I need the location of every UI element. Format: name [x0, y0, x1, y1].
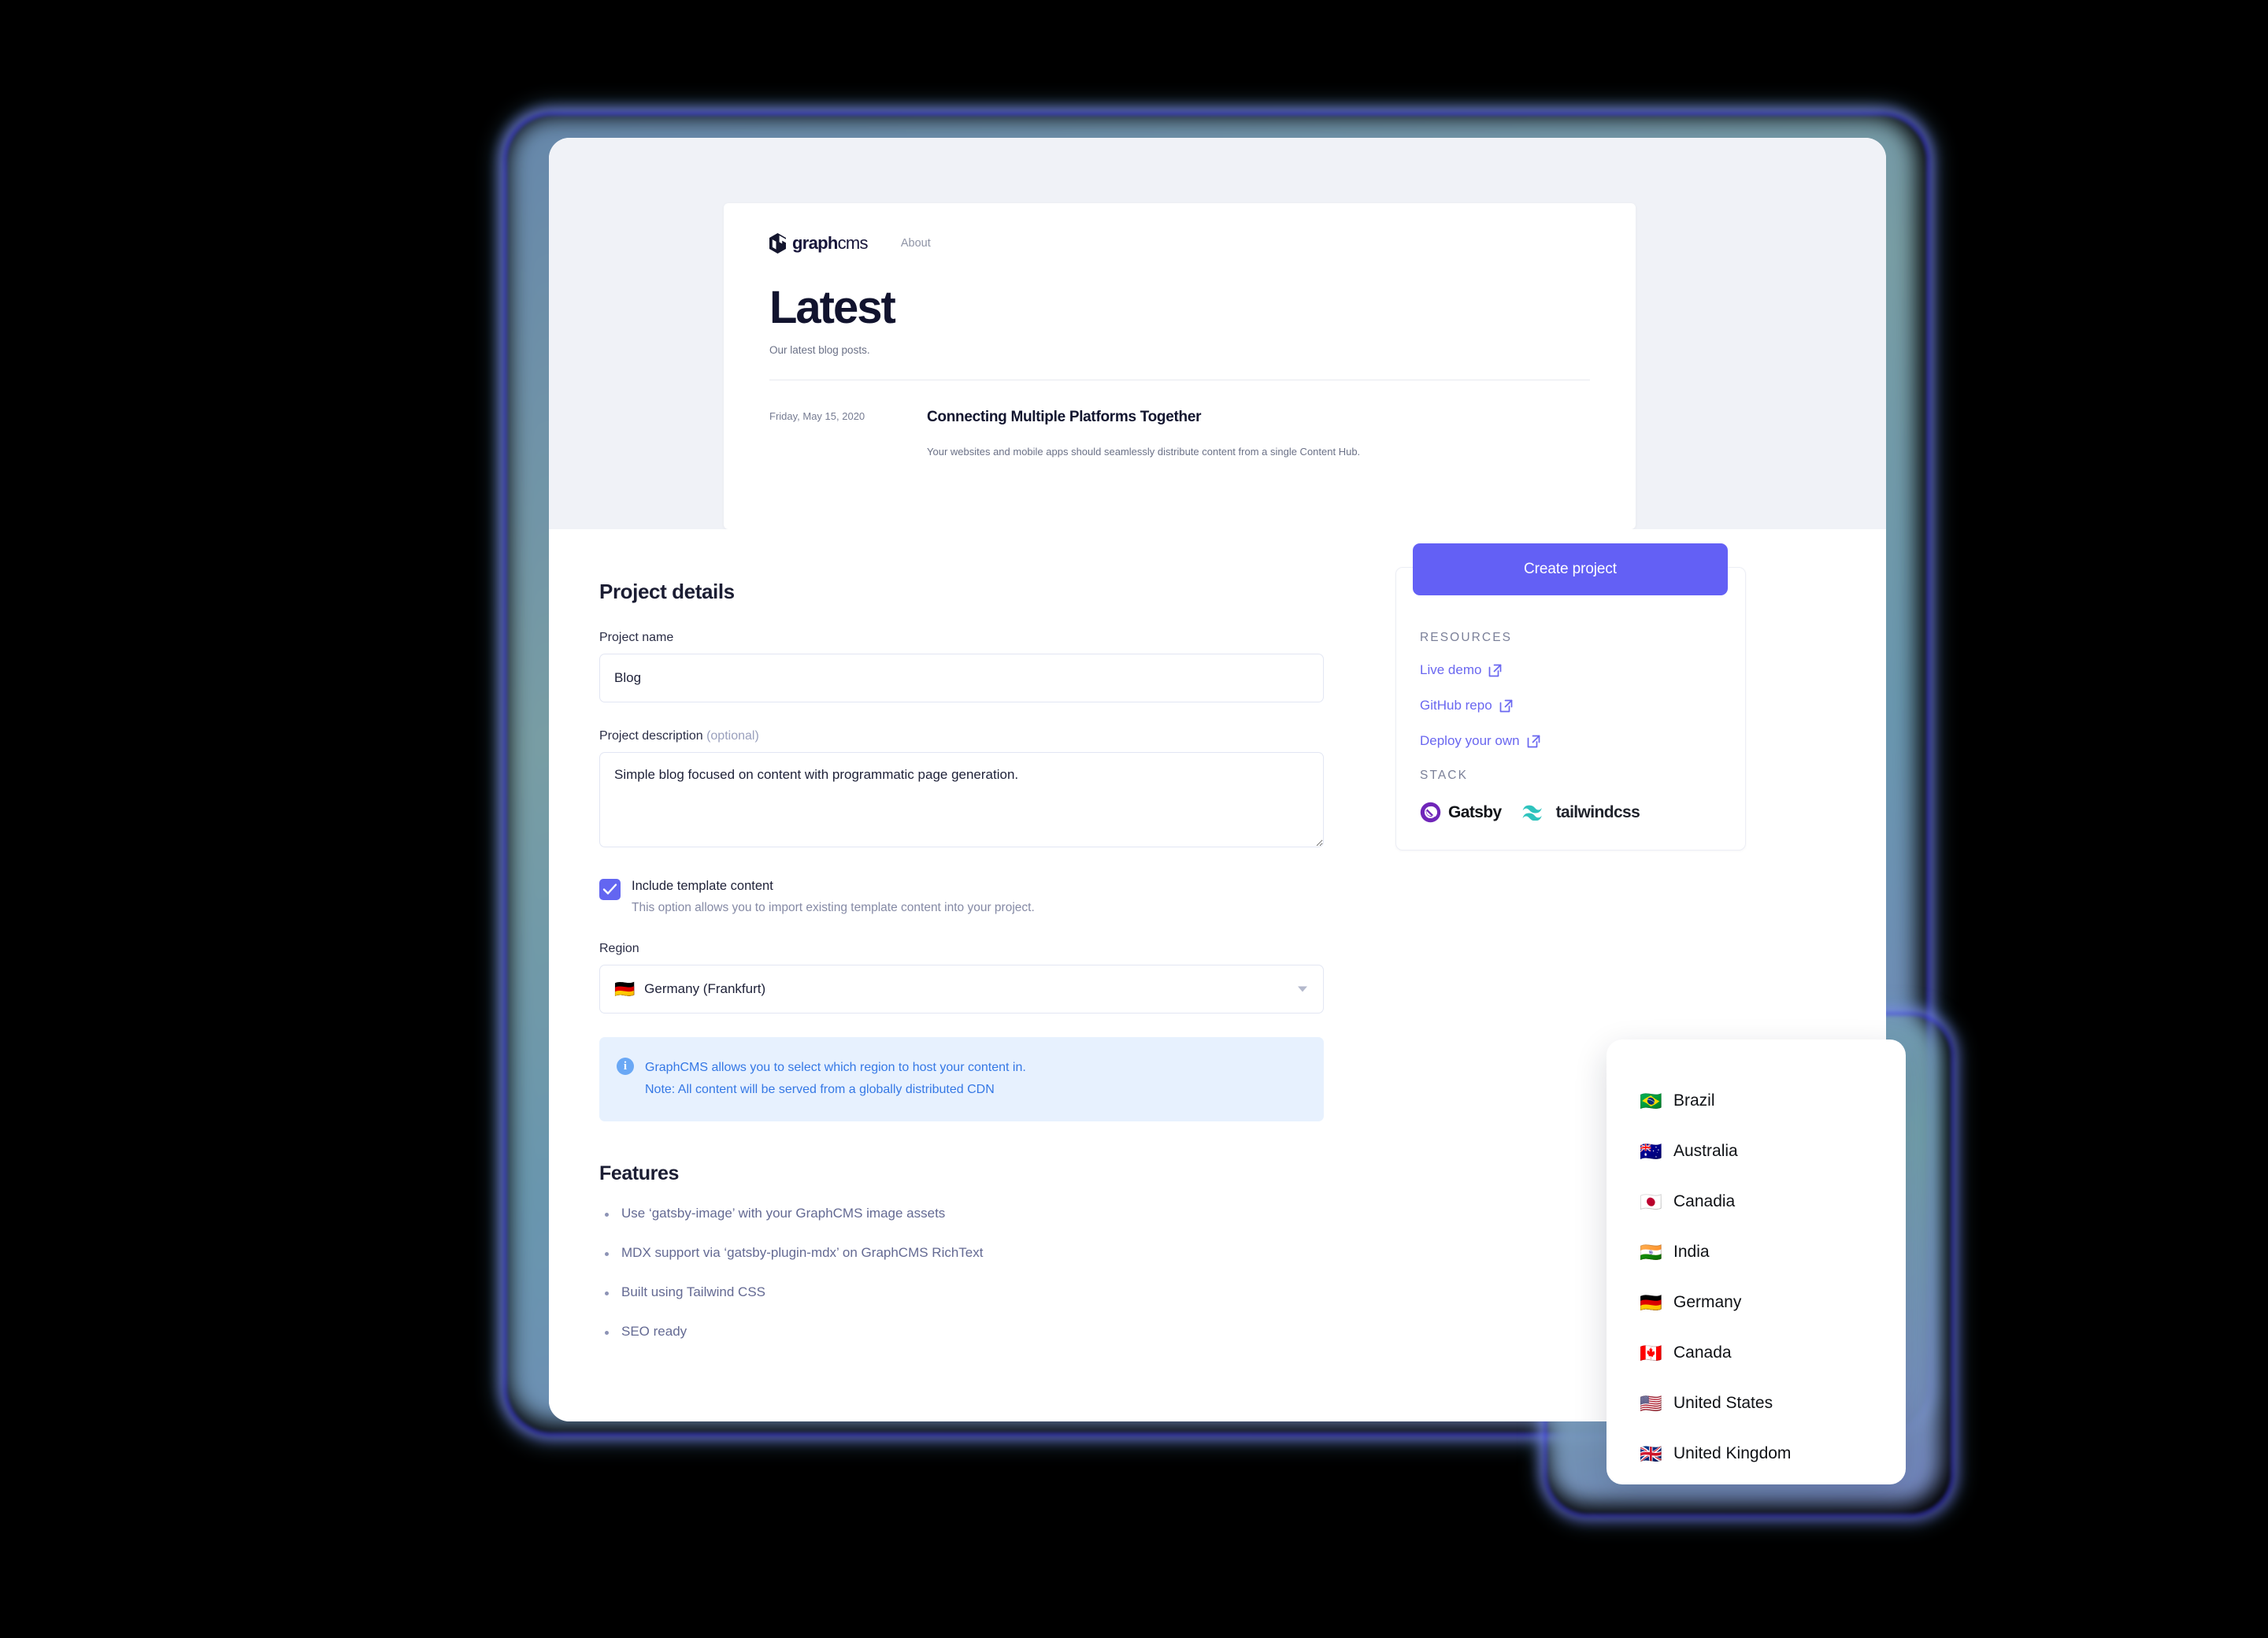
project-form-left-column: Project details Project name Project des…: [599, 580, 1324, 1363]
page-title: Project details: [599, 580, 735, 603]
gatsby-logo-icon: [1420, 802, 1441, 823]
preview-nav-about[interactable]: About: [901, 237, 931, 250]
info-icon: i: [617, 1058, 634, 1075]
dropdown-option-label: Brazil: [1673, 1091, 1715, 1110]
dropdown-option-label: United States: [1673, 1394, 1773, 1412]
dropdown-option-brazil[interactable]: 🇧🇷 Brazil: [1606, 1076, 1906, 1126]
dropdown-option-label: India: [1673, 1243, 1710, 1261]
stack-item-tailwindcss: tailwindcss: [1522, 803, 1640, 822]
include-template-label: Include template content: [632, 879, 773, 893]
project-description-label-text: Project description: [599, 729, 703, 743]
logo-bold: graph: [792, 233, 838, 253]
region-info-line-2: Note: All content will be served from a …: [645, 1083, 995, 1096]
screenshot-stage: graphcms About Latest Our latest blog po…: [0, 0, 2268, 1638]
graphcms-logo-text: graphcms: [792, 233, 869, 254]
resource-link-live-demo[interactable]: Live demo: [1420, 662, 1721, 678]
preview-post-date: Friday, May 15, 2020: [769, 410, 865, 422]
dropdown-option-label: Australia: [1673, 1142, 1738, 1160]
preview-post-item: Friday, May 15, 2020 Connecting Multiple…: [769, 409, 1590, 458]
project-name-label: Project name: [599, 631, 674, 644]
region-info-callout: i GraphCMS allows you to select which re…: [599, 1037, 1324, 1121]
flag-icon-united-kingdom: 🇬🇧: [1640, 1443, 1662, 1464]
resource-link-label: GitHub repo: [1420, 698, 1492, 713]
region-select[interactable]: 🇩🇪 Germany (Frankfurt): [599, 965, 1324, 1014]
dropdown-option-germany[interactable]: 🇩🇪 Germany: [1606, 1277, 1906, 1328]
preview-page-subtitle: Our latest blog posts.: [769, 344, 870, 356]
stack-label: Gatsby: [1448, 802, 1502, 821]
stack-heading: STACK: [1420, 769, 1469, 782]
preview-page-title: Latest: [769, 282, 896, 333]
dropdown-option-united-states[interactable]: 🇺🇸 United States: [1606, 1378, 1906, 1429]
list-item: Built using Tailwind CSS: [599, 1284, 1324, 1300]
chevron-down-icon[interactable]: [1298, 986, 1307, 992]
project-description-label: Project description (optional): [599, 729, 1324, 743]
flag-icon-brazil: 🇧🇷: [1640, 1090, 1662, 1111]
features-list: Use ‘gatsby-image’ with your GraphCMS im…: [599, 1206, 1324, 1340]
logo-thin: cms: [837, 233, 869, 253]
resources-links: Live demo GitHub repo Deploy your own: [1420, 662, 1721, 749]
resource-link-label: Live demo: [1420, 662, 1482, 677]
list-item: Use ‘gatsby-image’ with your GraphCMS im…: [599, 1206, 1324, 1221]
dropdown-option-united-kingdom[interactable]: 🇬🇧 United Kingdom: [1606, 1429, 1906, 1479]
preview-post-excerpt: Your websites and mobile apps should sea…: [927, 446, 1361, 458]
region-info-line-1: GraphCMS allows you to select which regi…: [645, 1061, 1026, 1074]
resource-link-label: Deploy your own: [1420, 733, 1520, 748]
external-link-icon: [1527, 735, 1540, 747]
flag-icon-united-states: 🇺🇸: [1640, 1392, 1662, 1414]
checkmark-icon: [602, 884, 617, 895]
include-template-content-row[interactable]: Include template content This option all…: [599, 878, 1324, 915]
flag-icon-japan: 🇯🇵: [1640, 1191, 1662, 1212]
flag-icon-australia: 🇦🇺: [1640, 1140, 1662, 1162]
stack-item-gatsby: Gatsby: [1420, 802, 1502, 823]
graphcms-mark-icon: [769, 233, 786, 254]
create-project-button[interactable]: Create project: [1413, 543, 1728, 595]
project-name-input[interactable]: [599, 654, 1324, 702]
flag-icon-india: 🇮🇳: [1640, 1241, 1662, 1262]
dropdown-option-india[interactable]: 🇮🇳 India: [1606, 1227, 1906, 1277]
include-template-checkbox[interactable]: [599, 879, 621, 900]
project-description-textarea[interactable]: [599, 752, 1324, 847]
template-preview-page: graphcms About Latest Our latest blog po…: [724, 203, 1636, 529]
region-selected-flag-icon: 🇩🇪: [614, 980, 636, 999]
region-field-group: Region 🇩🇪 Germany (Frankfurt): [599, 942, 1324, 1014]
project-description-optional-tag: (optional): [706, 729, 759, 743]
stack-logos: Gatsby tailwindcss: [1420, 802, 1721, 823]
list-item: MDX support via ‘gatsby-plugin-mdx’ on G…: [599, 1245, 1324, 1261]
region-dropdown-menu[interactable]: 🇧🇷 Brazil 🇦🇺 Australia 🇯🇵 Canadia 🇮🇳 Ind…: [1606, 1040, 1906, 1484]
dropdown-option-label: Canada: [1673, 1343, 1732, 1362]
external-link-icon: [1489, 664, 1502, 676]
graphcms-logo: graphcms: [769, 233, 869, 254]
external-link-icon: [1499, 699, 1513, 712]
resources-card: RESOURCES Live demo GitHub repo Deploy y…: [1395, 567, 1746, 850]
dropdown-option-label: Canadia: [1673, 1192, 1736, 1210]
include-template-help: This option allows you to import existin…: [632, 901, 1035, 914]
resource-link-github-repo[interactable]: GitHub repo: [1420, 698, 1721, 713]
preview-navbar: graphcms About: [769, 233, 1590, 254]
dropdown-option-canadia[interactable]: 🇯🇵 Canadia: [1606, 1177, 1906, 1227]
stack-label: tailwindcss: [1555, 802, 1640, 821]
dropdown-option-canada[interactable]: 🇨🇦 Canada: [1606, 1328, 1906, 1378]
project-description-field-group: Project description (optional): [599, 729, 1324, 851]
resources-heading: RESOURCES: [1420, 631, 1513, 644]
project-name-field-group: Project name: [599, 631, 1324, 702]
flag-icon-germany: 🇩🇪: [1640, 1292, 1662, 1313]
region-selected-value: Germany (Frankfurt): [644, 981, 766, 996]
dropdown-option-label: Germany: [1673, 1293, 1742, 1311]
region-label: Region: [599, 942, 639, 955]
preview-post-title[interactable]: Connecting Multiple Platforms Together: [927, 409, 1590, 426]
project-sidebar: Create project RESOURCES Live demo GitHu…: [1395, 543, 1746, 850]
features-heading: Features: [599, 1162, 680, 1184]
dropdown-option-label: United Kingdom: [1673, 1444, 1792, 1462]
flag-icon-canada: 🇨🇦: [1640, 1342, 1662, 1363]
resource-link-deploy-your-own[interactable]: Deploy your own: [1420, 733, 1721, 749]
dropdown-option-australia[interactable]: 🇦🇺 Australia: [1606, 1126, 1906, 1177]
tailwindcss-logo-icon: [1522, 805, 1542, 821]
template-preview-region: graphcms About Latest Our latest blog po…: [549, 138, 1886, 529]
list-item: SEO ready: [599, 1324, 1324, 1340]
